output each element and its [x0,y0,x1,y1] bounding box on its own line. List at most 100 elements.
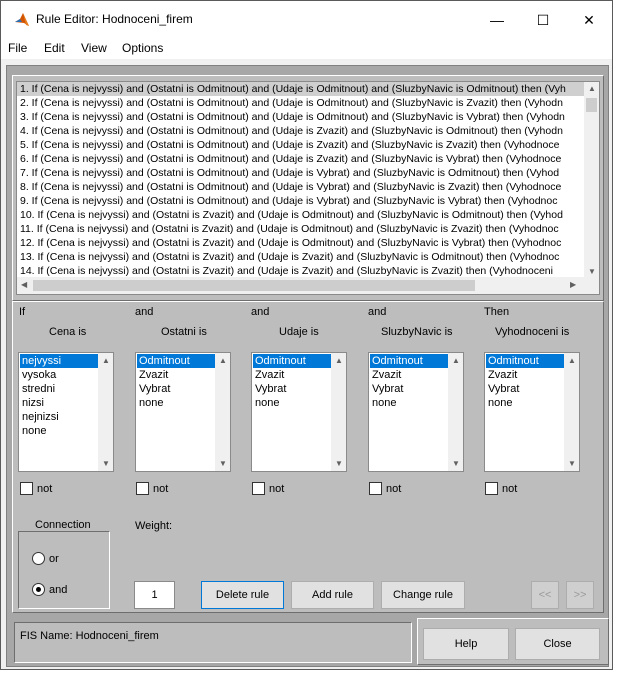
help-button[interactable]: Help [423,628,509,660]
not-checkbox-ostatni[interactable] [136,482,149,495]
connection-title: Connection [31,519,95,531]
scroll-down-icon[interactable]: ▼ [568,459,576,468]
close-icon: ✕ [583,11,595,28]
scroll-down-icon[interactable]: ▼ [335,459,343,468]
rule-item[interactable]: 13. If (Cena is nejvyssi) and (Ostatni i… [17,250,585,264]
list-item[interactable]: Zvazit [370,368,448,382]
menu-view[interactable]: View [81,41,107,55]
menu-file[interactable]: File [8,41,27,55]
list-item[interactable]: Odmitnout [370,354,448,368]
rules-vertical-scrollbar[interactable]: ▲ ▼ [584,82,599,278]
rules-vertical-thumb[interactable] [586,98,597,112]
list-item[interactable]: Zvazit [253,368,331,382]
rule-item[interactable]: 7. If (Cena is nejvyssi) and (Ostatni is… [17,166,585,180]
scroll-up-icon[interactable]: ▲ [335,356,343,365]
connector-label-and: and [135,306,154,318]
matlab-icon [15,13,29,26]
scroll-right-icon[interactable]: ▶ [570,280,576,289]
column-label-cena: Cena is [49,326,87,338]
scroll-down-icon[interactable]: ▼ [102,459,110,468]
scroll-up-icon[interactable]: ▲ [219,356,227,365]
minimize-icon: — [490,12,504,28]
rules-listbox[interactable]: 1. If (Cena is nejvyssi) and (Ostatni is… [16,81,600,295]
previous-rule-button[interactable]: << [531,581,559,609]
list-item[interactable]: vysoka [20,368,98,382]
next-rule-button[interactable]: >> [566,581,594,609]
add-rule-button[interactable]: Add rule [291,581,374,609]
list-item[interactable]: Vybrat [253,382,331,396]
delete-rule-button[interactable]: Delete rule [201,581,284,609]
listbox-sluzbynavic[interactable]: Odmitnout Zvazit Vybrat none ▲ ▼ [368,352,464,472]
list-item[interactable]: none [137,396,215,410]
listbox-scrollbar[interactable]: ▲ ▼ [564,353,579,471]
list-item[interactable]: stredni [20,382,98,396]
not-checkbox-sluzbynavic[interactable] [369,482,382,495]
scroll-up-icon[interactable]: ▲ [568,356,576,365]
listbox-ostatni[interactable]: Odmitnout Zvazit Vybrat none ▲ ▼ [135,352,231,472]
list-item[interactable]: Vybrat [137,382,215,396]
list-item[interactable]: nejvyssi [20,354,98,368]
list-item[interactable]: Zvazit [486,368,564,382]
listbox-scrollbar[interactable]: ▲ ▼ [98,353,113,471]
rule-item[interactable]: 11. If (Cena is nejvyssi) and (Ostatni i… [17,222,585,236]
not-checkbox-cena[interactable] [20,482,33,495]
scroll-up-icon[interactable]: ▲ [588,84,596,93]
and-label: and [49,584,68,596]
list-item[interactable]: nizsi [20,396,98,410]
list-item[interactable]: nejnizsi [20,410,98,424]
list-item[interactable]: none [253,396,331,410]
close-window-button[interactable]: ✕ [566,1,612,39]
rule-item[interactable]: 4. If (Cena is nejvyssi) and (Ostatni is… [17,124,585,138]
connector-label-and: and [251,306,270,318]
list-item[interactable]: Zvazit [137,368,215,382]
list-item[interactable]: none [486,396,564,410]
rule-editor-window: Rule Editor: Hodnoceni_firem — ☐ ✕ File … [0,0,613,670]
scroll-down-icon[interactable]: ▼ [219,459,227,468]
listbox-udaje[interactable]: Odmitnout Zvazit Vybrat none ▲ ▼ [251,352,347,472]
column-label-sluzbynavic: SluzbyNavic is [381,326,453,338]
list-item[interactable]: none [20,424,98,438]
menu-edit[interactable]: Edit [44,41,65,55]
scroll-down-icon[interactable]: ▼ [452,459,460,468]
listbox-cena[interactable]: nejvyssi vysoka stredni nizsi nejnizsi n… [18,352,114,472]
list-item[interactable]: Odmitnout [253,354,331,368]
listbox-scrollbar[interactable]: ▲ ▼ [215,353,230,471]
scroll-up-icon[interactable]: ▲ [452,356,460,365]
scroll-up-icon[interactable]: ▲ [102,356,110,365]
close-button[interactable]: Close [515,628,600,660]
rule-item[interactable]: 12. If (Cena is nejvyssi) and (Ostatni i… [17,236,585,250]
listbox-vyhodnoceni[interactable]: Odmitnout Zvazit Vybrat none ▲ ▼ [484,352,580,472]
not-checkbox-udaje[interactable] [252,482,265,495]
listbox-scrollbar[interactable]: ▲ ▼ [331,353,346,471]
weight-input[interactable]: 1 [134,581,175,609]
scroll-left-icon[interactable]: ◀ [21,280,27,289]
connector-label-then: Then [484,306,510,318]
or-radio[interactable] [32,552,45,565]
minimize-button[interactable]: — [474,1,520,39]
not-label: not [502,483,518,495]
rule-item[interactable]: 6. If (Cena is nejvyssi) and (Ostatni is… [17,152,585,166]
list-item[interactable]: Odmitnout [137,354,215,368]
not-checkbox-vyhodnoceni[interactable] [485,482,498,495]
list-item[interactable]: none [370,396,448,410]
menu-options[interactable]: Options [122,41,163,55]
change-rule-button[interactable]: Change rule [381,581,465,609]
rule-item[interactable]: 1. If (Cena is nejvyssi) and (Ostatni is… [17,82,585,96]
rule-item[interactable]: 9. If (Cena is nejvyssi) and (Ostatni is… [17,194,585,208]
rule-item[interactable]: 10. If (Cena is nejvyssi) and (Ostatni i… [17,208,585,222]
column-label-ostatni: Ostatni is [161,326,207,338]
list-item[interactable]: Odmitnout [486,354,564,368]
rule-item[interactable]: 5. If (Cena is nejvyssi) and (Ostatni is… [17,138,585,152]
rule-item[interactable]: 2. If (Cena is nejvyssi) and (Ostatni is… [17,96,585,110]
rule-item[interactable]: 14. If (Cena is nejvyssi) and (Ostatni i… [17,264,585,278]
rule-item[interactable]: 3. If (Cena is nejvyssi) and (Ostatni is… [17,110,585,124]
maximize-button[interactable]: ☐ [520,1,566,39]
list-item[interactable]: Vybrat [370,382,448,396]
scroll-down-icon[interactable]: ▼ [588,267,596,276]
list-item[interactable]: Vybrat [486,382,564,396]
listbox-scrollbar[interactable]: ▲ ▼ [448,353,463,471]
rules-horizontal-scrollbar[interactable]: ◀ ▶ [17,277,599,294]
rule-item[interactable]: 8. If (Cena is nejvyssi) and (Ostatni is… [17,180,585,194]
and-radio[interactable] [32,583,45,596]
rules-horizontal-thumb[interactable] [33,280,475,291]
